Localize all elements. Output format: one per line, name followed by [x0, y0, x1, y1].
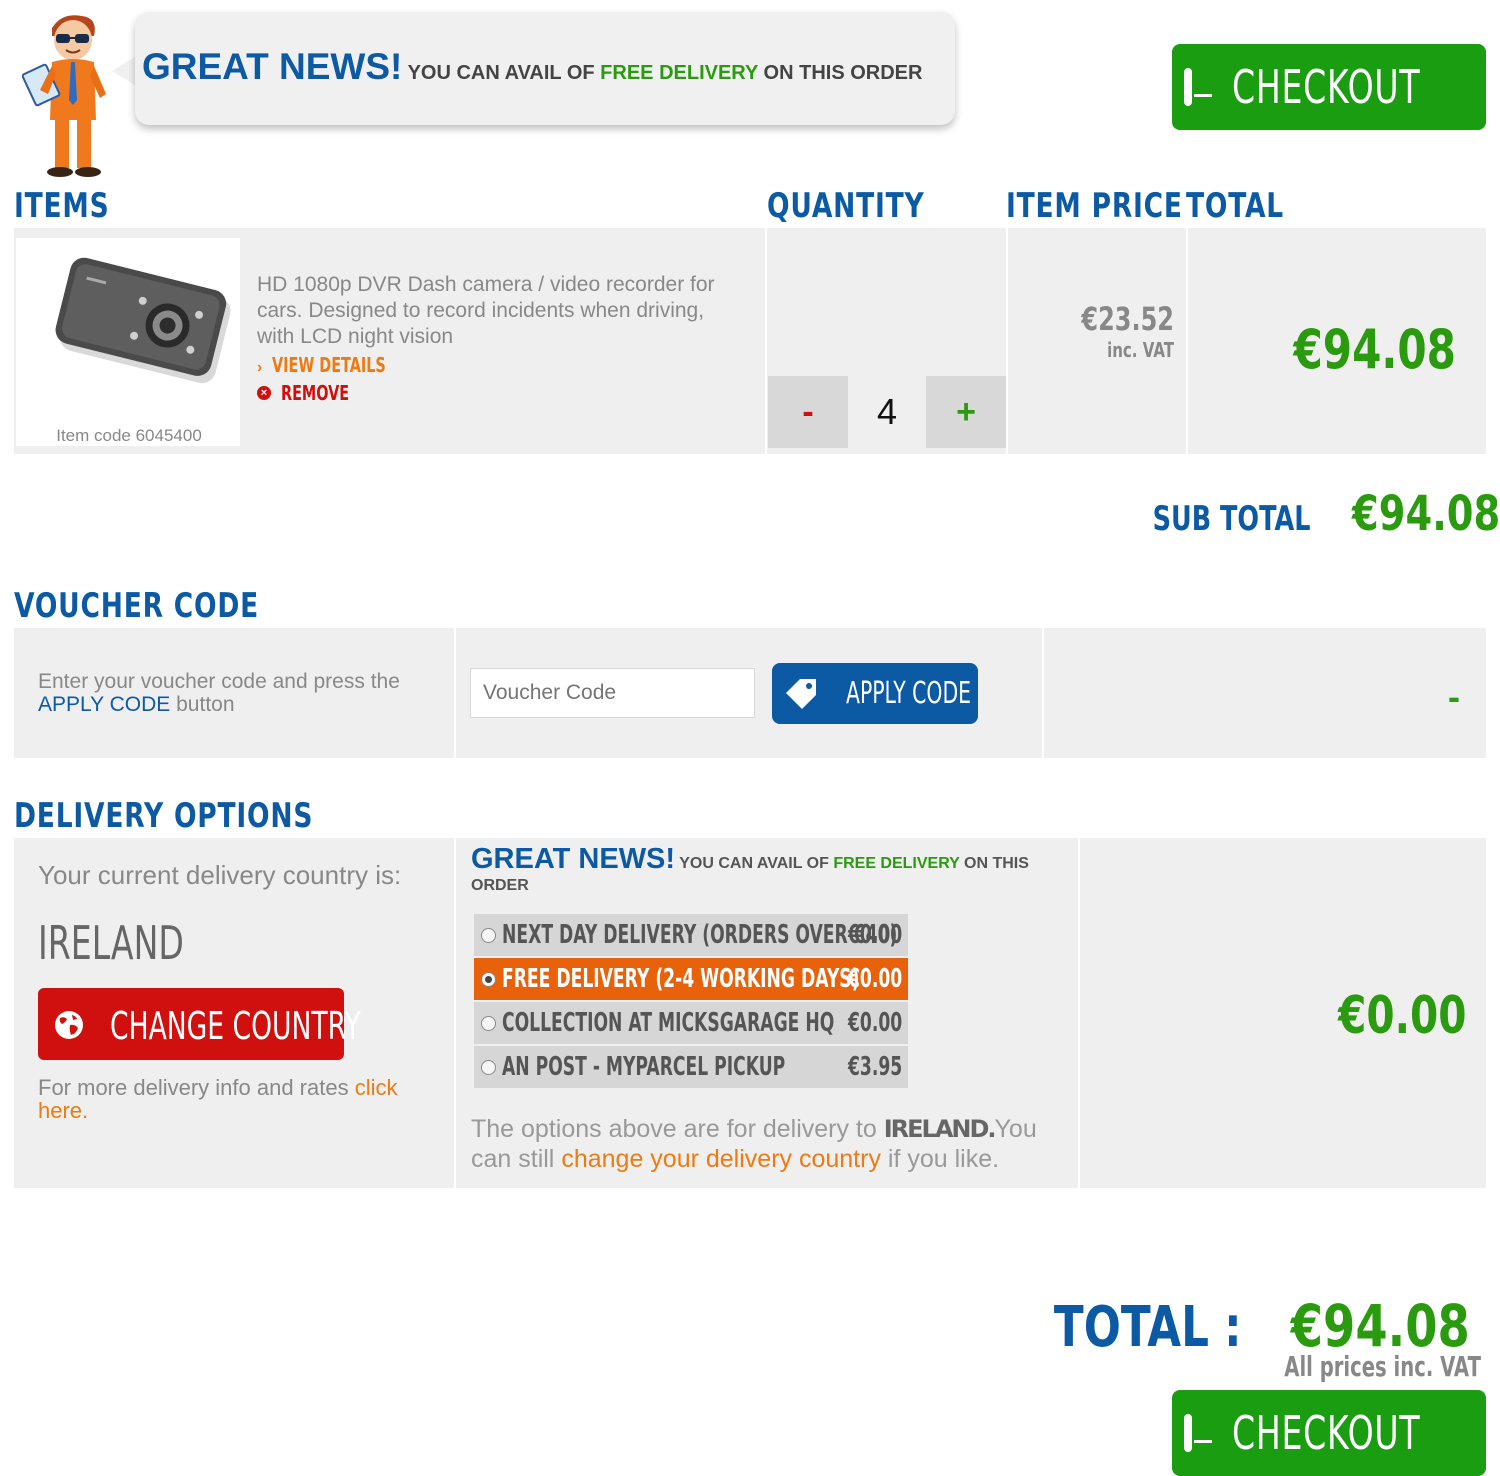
- delivery-option-price: €0.00: [847, 964, 902, 994]
- product-info: HD 1080p DVR Dash camera / video recorde…: [257, 272, 747, 408]
- delivery-cost: €0.00: [1200, 986, 1466, 1046]
- line-total-value: €94.08: [1293, 318, 1456, 381]
- delivery-cost-value: €0.00: [1337, 986, 1466, 1046]
- delivery-notice: GREAT NEWS! YOU CAN AVAIL OF FREE DELIVE…: [471, 845, 1061, 897]
- checkout-label: CHECKOUT: [1232, 1406, 1421, 1460]
- radio-button[interactable]: [481, 1059, 496, 1075]
- current-country-label: Your current delivery country is:: [38, 860, 402, 890]
- credit-card-icon: [1184, 1414, 1212, 1452]
- delivery-notice-headline: GREAT NEWS!: [471, 843, 676, 875]
- delivery-option-label: FREE DELIVERY (2-4 WORKING DAYS): [502, 964, 860, 994]
- delivery-footnote-pre: The options above are for delivery to: [471, 1115, 877, 1143]
- remove-link[interactable]: × REMOVE: [257, 380, 747, 408]
- line-total: €94.08: [1190, 318, 1456, 381]
- quantity-value[interactable]: 4: [848, 376, 926, 448]
- quantity-increase-button[interactable]: +: [926, 376, 1006, 448]
- view-details-link[interactable]: › VIEW DETAILS: [257, 352, 747, 380]
- subtotal-value: €94.08: [1351, 486, 1500, 542]
- delivery-footnote: The options above are for delivery to IR…: [471, 1114, 1071, 1174]
- delivery-option-an-post[interactable]: AN POST - MYPARCEL PICKUP €3.95: [474, 1046, 908, 1088]
- banner-headline: GREAT NEWS!: [142, 46, 403, 87]
- credit-card-icon: [1184, 68, 1212, 106]
- change-delivery-country-link[interactable]: change your delivery country: [561, 1145, 881, 1173]
- quantity-decrease-button[interactable]: -: [768, 376, 848, 448]
- banner-text-post: ON THIS ORDER: [763, 62, 923, 84]
- voucher-discount: -: [1448, 676, 1460, 717]
- voucher-instruction-link: APPLY CODE: [38, 693, 171, 716]
- globe-icon: [55, 1011, 83, 1039]
- voucher-heading: VOUCHER CODE: [14, 586, 260, 626]
- product-description: HD 1080p DVR Dash camera / video recorde…: [257, 273, 715, 348]
- header-item-price: ITEM PRICE: [1006, 186, 1183, 226]
- tag-icon: [786, 679, 816, 709]
- current-country: IRELAND: [38, 916, 184, 970]
- delivery-info-text: For more delivery info and rates: [38, 1075, 349, 1100]
- vat-note: All prices inc. VAT: [1200, 1350, 1481, 1383]
- subtotal: SUB TOTAL €94.08: [1100, 486, 1500, 542]
- banner-text-pre: YOU CAN AVAIL OF: [407, 62, 595, 84]
- item-code: Item code 6045400: [56, 426, 202, 445]
- header-total: TOTAL: [1186, 186, 1284, 226]
- checkout-label: CHECKOUT: [1232, 60, 1421, 114]
- view-details-label: VIEW DETAILS: [272, 353, 386, 377]
- item-price-note: inc. VAT: [1107, 338, 1174, 362]
- minus-label: -: [802, 392, 814, 431]
- delivery-heading: DELIVERY OPTIONS: [14, 796, 314, 836]
- voucher-instruction-post: button: [176, 693, 235, 716]
- product-image[interactable]: [16, 238, 240, 446]
- apply-code-label: APPLY CODE: [846, 676, 972, 711]
- remove-x-icon: ×: [257, 386, 271, 401]
- delivery-option-price: €3.95: [847, 1052, 902, 1082]
- item-price-value: €23.52: [1081, 300, 1174, 338]
- delivery-footnote-country: IRELAND.: [883, 1115, 997, 1143]
- item-price: €23.52 inc. VAT: [1010, 300, 1174, 362]
- column-divider: [1042, 628, 1044, 758]
- delivery-option-collection[interactable]: COLLECTION AT MICKSGARAGE HQ €0.00: [474, 1002, 908, 1044]
- delivery-info: For more delivery info and rates click h…: [38, 1076, 418, 1122]
- apply-code-button[interactable]: APPLY CODE: [772, 663, 978, 724]
- header-quantity: QUANTITY: [767, 186, 925, 226]
- delivery-option-label: COLLECTION AT MICKSGARAGE HQ: [502, 1008, 835, 1038]
- radio-button[interactable]: [481, 1015, 496, 1031]
- delivery-option-label: NEXT DAY DELIVERY (ORDERS OVER €40): [502, 920, 898, 950]
- free-delivery-banner-text: GREAT NEWS! YOU CAN AVAIL OF FREE DELIVE…: [142, 46, 922, 88]
- chevron-right-icon: ›: [257, 359, 263, 376]
- checkout-button-top[interactable]: CHECKOUT: [1172, 44, 1486, 130]
- radio-button[interactable]: [481, 927, 496, 943]
- checkout-button-bottom[interactable]: CHECKOUT: [1172, 1390, 1486, 1476]
- delivery-notice-free: FREE DELIVERY: [833, 855, 960, 872]
- mascot-illustration: [22, 15, 106, 177]
- voucher-instructions: Enter your voucher code and press the AP…: [38, 670, 438, 716]
- column-divider: [454, 838, 456, 1188]
- header-items: ITEMS: [14, 186, 110, 226]
- delivery-option-next-day[interactable]: NEXT DAY DELIVERY (ORDERS OVER €40) €0.0…: [474, 914, 908, 956]
- delivery-option-price: €0.00: [847, 1008, 902, 1038]
- banner-text-free: FREE DELIVERY: [600, 62, 758, 84]
- plus-label: +: [956, 392, 976, 431]
- column-divider: [1186, 228, 1188, 454]
- column-divider: [454, 628, 456, 758]
- delivery-footnote-post: if you like.: [887, 1145, 1000, 1173]
- voucher-instruction-pre: Enter your voucher code and press the: [38, 670, 400, 693]
- delivery-option-price: €0.00: [847, 920, 902, 950]
- delivery-option-free[interactable]: FREE DELIVERY (2-4 WORKING DAYS) €0.00: [474, 958, 908, 1000]
- voucher-code-input[interactable]: [470, 668, 755, 718]
- column-divider: [1006, 228, 1008, 454]
- delivery-notice-pre: YOU CAN AVAIL OF: [679, 855, 829, 872]
- vat-note-text: All prices inc. VAT: [1284, 1350, 1481, 1383]
- column-divider: [1078, 838, 1080, 1188]
- subtotal-label: SUB TOTAL: [1152, 499, 1311, 539]
- column-divider: [765, 228, 767, 454]
- radio-button-selected[interactable]: [481, 971, 496, 987]
- change-country-label: CHANGE COUNTRY: [110, 1004, 361, 1048]
- dash-camera-image: [55, 257, 231, 384]
- change-country-button[interactable]: CHANGE COUNTRY: [38, 988, 361, 1060]
- delivery-option-label: AN POST - MYPARCEL PICKUP: [502, 1052, 786, 1082]
- remove-label: REMOVE: [280, 381, 349, 406]
